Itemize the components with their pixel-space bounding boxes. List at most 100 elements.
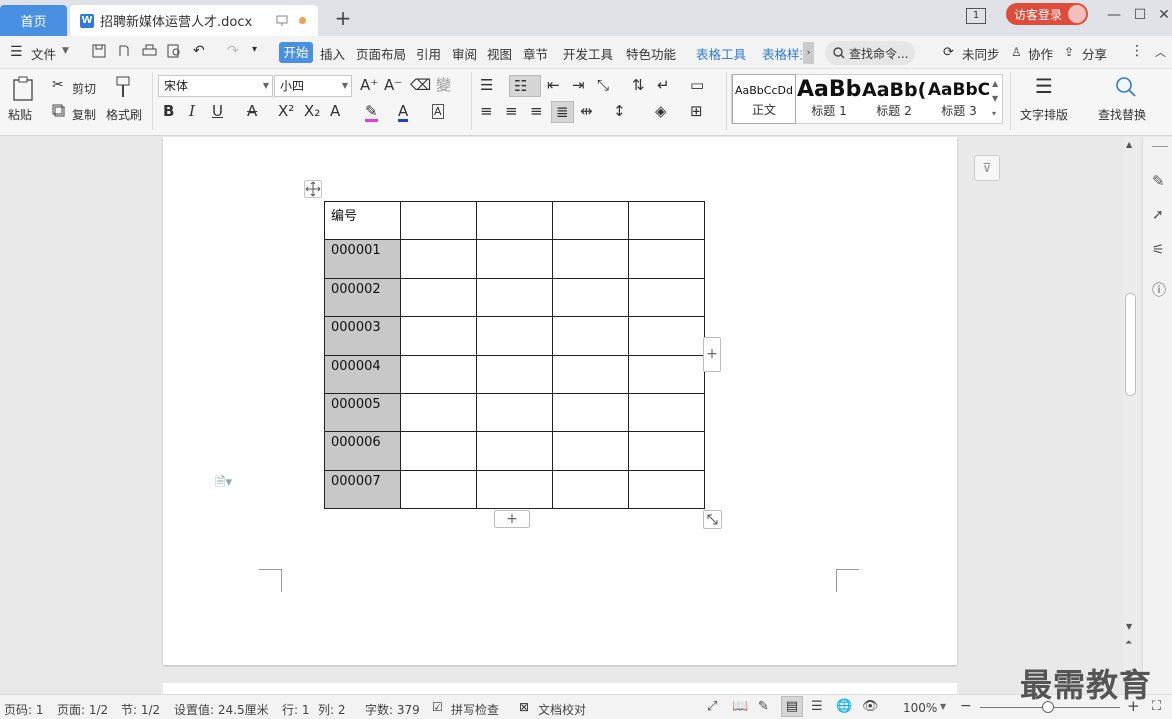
table-resize-handle[interactable] [703, 510, 722, 529]
strikethrough-icon[interactable]: A [247, 104, 257, 119]
table-id-cell[interactable]: 000003 [324, 316, 401, 356]
table-cell[interactable] [628, 316, 705, 356]
align-center-icon[interactable]: ≡ [505, 104, 518, 119]
proofread-button[interactable]: 文档校对 [538, 701, 586, 718]
table-cell[interactable] [400, 354, 477, 394]
table-cell[interactable] [476, 316, 553, 356]
select-cursor-icon[interactable]: ➚ [1152, 207, 1164, 223]
char-border-icon[interactable]: A [432, 104, 444, 119]
panel-menu-icon[interactable] [1152, 146, 1168, 147]
table-id-cell[interactable]: 000005 [324, 392, 401, 433]
table-cell[interactable] [552, 316, 629, 356]
page-view-icon[interactable]: ▤ [781, 696, 803, 717]
scroll-down-icon[interactable]: ▼ [1126, 622, 1132, 631]
show-marks-icon[interactable]: ↵ [657, 78, 670, 93]
borders-icon[interactable]: ⊞ [690, 104, 703, 119]
table-cell[interactable] [552, 354, 629, 394]
text-layout-button[interactable]: 文字排版 [1020, 106, 1068, 123]
style-heading1[interactable]: AaBb 标题 1 [797, 74, 861, 124]
settings-slider-icon[interactable]: ⚟ [1152, 242, 1165, 258]
style-heading2[interactable]: AaBb( 标题 2 [862, 74, 926, 124]
data-table[interactable]: 编号 000001 000002 000003 000004 000005 00… [324, 200, 705, 510]
bold-icon[interactable]: B [163, 104, 174, 119]
help-icon[interactable]: ⓘ [1152, 280, 1166, 300]
print-preview-icon[interactable] [167, 44, 182, 58]
sync-status[interactable]: 未同步 [962, 44, 1000, 63]
menu-review[interactable]: 审阅 [452, 44, 477, 63]
status-line[interactable]: 行: 1 [282, 701, 310, 718]
pen-icon[interactable]: ✎ [1152, 172, 1165, 190]
fullscreen-icon[interactable]: ⤢ [707, 699, 717, 714]
export-pdf-icon[interactable] [117, 44, 131, 58]
clear-format-icon[interactable]: ⌫ [410, 78, 431, 93]
style-normal[interactable]: AaBbCcDd 正文 [732, 74, 796, 124]
align-right-icon[interactable]: ≡ [530, 104, 543, 119]
status-word-count[interactable]: 字数: 379 [365, 701, 420, 718]
minimize-button[interactable]: — [1104, 6, 1124, 26]
menu-start[interactable]: 开始 [279, 42, 313, 63]
table-cell[interactable] [400, 392, 477, 433]
status-column[interactable]: 列: 2 [318, 701, 346, 718]
table-cell[interactable] [628, 200, 705, 241]
table-cell[interactable] [552, 239, 629, 279]
status-pages[interactable]: 页面: 1/2 [57, 701, 108, 718]
web-view-icon[interactable]: 🌐 [836, 699, 852, 714]
table-cell[interactable] [628, 431, 705, 471]
login-button[interactable]: 访客登录 [1006, 3, 1088, 25]
status-section[interactable]: 节: 1/2 [121, 701, 160, 718]
table-cell[interactable] [400, 316, 477, 356]
grow-font-icon[interactable]: A⁺ [360, 78, 378, 93]
paste-button[interactable]: 粘贴 [8, 106, 32, 123]
menu-view[interactable]: 视图 [487, 44, 512, 63]
fit-window-icon[interactable]: ⛶ [1152, 699, 1161, 714]
find-replace-button[interactable]: 查找替换 [1098, 106, 1146, 123]
shrink-font-icon[interactable]: A⁻ [384, 78, 402, 93]
hamburger-icon[interactable]: ☰ [10, 44, 23, 60]
zoom-out-icon[interactable]: − [960, 698, 972, 714]
table-header-cell[interactable]: 编号 [324, 200, 401, 241]
table-cell[interactable] [552, 277, 629, 318]
italic-icon[interactable]: I [189, 104, 195, 119]
menu-dev-tools[interactable]: 开发工具 [563, 44, 613, 63]
menu-page-layout[interactable]: 页面布局 [356, 44, 406, 63]
add-row-button[interactable]: + [494, 510, 530, 528]
table-cell[interactable] [628, 469, 705, 510]
menu-references[interactable]: 引用 [416, 44, 441, 63]
table-id-cell[interactable]: 000007 [324, 469, 401, 510]
search-command-input[interactable]: 查找命令... [825, 41, 915, 65]
table-cell[interactable] [628, 239, 705, 279]
scroll-thumb[interactable] [1125, 293, 1136, 396]
table-cell[interactable] [400, 239, 477, 279]
menu-scroll-right-icon[interactable]: › [803, 42, 814, 64]
table-cell[interactable] [476, 239, 553, 279]
table-cell[interactable] [476, 354, 553, 394]
prev-page-icon[interactable]: ⏶ [1125, 638, 1132, 648]
superscript-icon[interactable]: X² [278, 104, 294, 119]
table-cell[interactable] [628, 392, 705, 433]
align-left-icon[interactable]: ≡ [480, 104, 493, 119]
table-cell[interactable] [476, 277, 553, 318]
ruler-icon[interactable]: ▭ [690, 78, 704, 93]
menu-insert[interactable]: 插入 [320, 44, 345, 63]
add-column-button[interactable]: + [703, 337, 721, 372]
shading-icon[interactable]: ◈ [655, 104, 667, 119]
underline-icon[interactable]: U [212, 104, 223, 119]
menu-special[interactable]: 特色功能 [626, 44, 676, 63]
save-icon[interactable] [92, 44, 106, 58]
text-effect-icon[interactable]: A [330, 104, 340, 119]
font-size-select[interactable]: 小四 ▼ [274, 75, 352, 97]
vertical-scrollbar[interactable] [1123, 137, 1139, 694]
font-name-select[interactable]: 宋体 ▼ [158, 75, 273, 97]
table-id-cell[interactable]: 000004 [324, 354, 401, 394]
spell-check-button[interactable]: 拼写检查 [451, 701, 499, 718]
quick-access-more-icon[interactable]: ▾ [252, 44, 257, 55]
paragraph-layout-icon[interactable]: 🗎▾ [215, 473, 232, 495]
table-cell[interactable] [400, 469, 477, 510]
style-heading3[interactable]: AaBbC 标题 3 [927, 74, 991, 124]
share-button[interactable]: 分享 [1082, 44, 1107, 63]
page-count-badge[interactable]: 1 [966, 8, 986, 24]
table-cell[interactable] [628, 354, 705, 394]
table-cell[interactable] [400, 200, 477, 241]
table-cell[interactable] [628, 277, 705, 318]
table-cell[interactable] [400, 431, 477, 471]
